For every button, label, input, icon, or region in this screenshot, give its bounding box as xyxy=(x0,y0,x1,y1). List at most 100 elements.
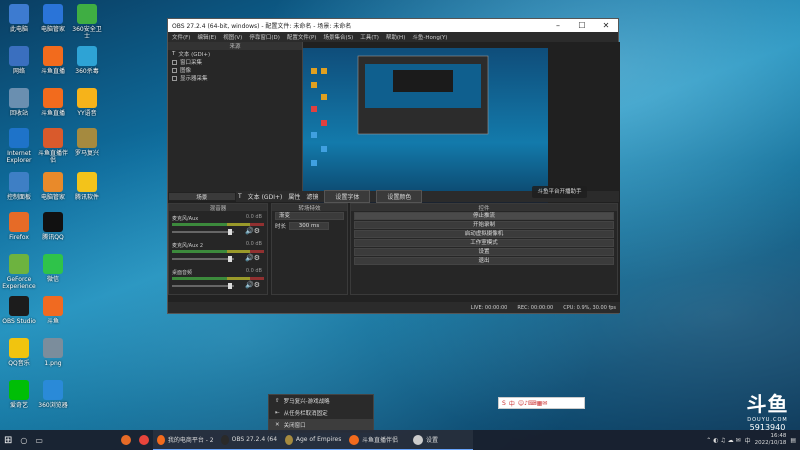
menu-help[interactable]: 帮助(H) xyxy=(386,33,405,41)
transition-select[interactable]: 渐变 xyxy=(275,212,344,220)
taskbar-app[interactable]: 我的电商平台 - 2.0... xyxy=(152,430,217,450)
desktop-icon-label: 爱奇艺 xyxy=(9,402,28,409)
taskbar-app-label: OBS 27.2.4 (64-bi... xyxy=(231,436,277,443)
desktop-icon[interactable]: 360浏览器 xyxy=(36,380,70,409)
desktop-icon[interactable]: 电脑管家 xyxy=(36,4,70,33)
menu-scene-collection[interactable]: 场景集合(S) xyxy=(323,33,353,41)
taskbar-jumplist: ⇧ 罗马复兴-游戏战略 ⇤ 从任务栏取消固定 ✕ 关闭窗口 xyxy=(268,394,374,433)
volume-meter xyxy=(172,223,264,226)
start-recording-button[interactable]: 开始录制 xyxy=(354,221,614,229)
speaker-icon[interactable]: 🔊⚙ xyxy=(245,227,260,235)
taskbar-app-label: 斗鱼直播伴侣 xyxy=(361,437,398,444)
desktop-icon-label: 360安全卫士 xyxy=(72,26,102,40)
filters-button[interactable]: 滤镜 xyxy=(306,192,318,201)
desktop-icon[interactable]: Firefox xyxy=(2,212,36,241)
desktop-icon[interactable]: QQ音乐 xyxy=(2,338,36,367)
taskbar-app[interactable]: Age of Empires II... xyxy=(280,430,345,450)
desktop-icon[interactable]: 微信 xyxy=(36,254,70,283)
clock[interactable]: 16:48 2022/10/18 xyxy=(755,433,787,447)
menu-file[interactable]: 文件(F) xyxy=(172,33,190,41)
set-font-button[interactable]: 设置字体 xyxy=(324,190,371,203)
desktop-icon[interactable]: 斗鱼直播 xyxy=(36,46,70,75)
tab-scenes[interactable]: 场景 xyxy=(168,192,236,201)
speaker-icon[interactable]: 🔊⚙ xyxy=(245,254,260,262)
menu-douyu[interactable]: 斗鱼-Hong(Y) xyxy=(412,33,447,41)
qq-music-icon xyxy=(9,338,29,358)
desktop-icon[interactable]: 斗鱼直播伴侣 xyxy=(36,128,70,164)
volume-slider[interactable] xyxy=(172,283,234,289)
set-color-button[interactable]: 设置颜色 xyxy=(376,190,423,203)
speaker-icon[interactable]: 🔊⚙ xyxy=(245,281,260,289)
desktop-icon[interactable]: 腾讯QQ xyxy=(36,212,70,241)
selected-source-label: 文本 (GDI+) xyxy=(247,194,283,201)
desktop-icon[interactable]: 斗鱼 xyxy=(36,296,70,325)
obs-titlebar[interactable]: OBS 27.2.4 (64-bit, windows) - 配置文件: 未命名… xyxy=(168,19,618,32)
mixer-dock: 混音器 麦克风/Aux 0.0 dB 🔊⚙ 麦克风/Aux 2 0.0 dB 🔊… xyxy=(168,203,268,295)
source-item[interactable]: 显示器采集 xyxy=(168,74,302,82)
desktop-icon[interactable]: 360安全卫士 xyxy=(70,4,104,40)
douyu-helper-bubble[interactable]: 斗鱼平台开播助手 xyxy=(532,186,587,198)
source-item[interactable]: T 文本 (GDI+) xyxy=(168,50,302,58)
close-icon[interactable]: ✕ xyxy=(594,21,618,30)
search-icon[interactable]: ○ xyxy=(16,430,31,450)
desktop-icon[interactable]: Internet Explorer xyxy=(2,128,36,164)
ime-tools-icon: ☺♪⌨▦✉ xyxy=(517,399,548,407)
desktop-icon[interactable]: 回收站 xyxy=(2,88,36,117)
menu-docks[interactable]: 停靠窗口(D) xyxy=(249,33,280,41)
jumplist-item[interactable]: ⇧ 罗马复兴-游戏战略 xyxy=(269,395,373,407)
desktop-icon[interactable]: 腾讯软件 xyxy=(70,172,104,201)
menu-profile[interactable]: 配置文件(P) xyxy=(287,33,317,41)
settings-button[interactable]: 设置 xyxy=(354,248,614,256)
taskbar-app[interactable] xyxy=(135,430,153,450)
desktop-icon[interactable]: 1.png xyxy=(36,338,70,367)
desktop-icon[interactable]: 此电脑 xyxy=(2,4,36,33)
jumplist-item[interactable]: ⇤ 从任务栏取消固定 xyxy=(269,407,373,419)
volume-slider[interactable] xyxy=(172,256,234,262)
source-item[interactable]: 图像 xyxy=(168,66,302,74)
text-icon: T xyxy=(172,51,176,57)
taskbar-app[interactable]: 斗鱼直播伴侣 xyxy=(344,430,409,450)
desktop-icon[interactable]: YY语音 xyxy=(70,88,104,117)
start-button[interactable]: ⊞ xyxy=(0,430,16,450)
game-icon xyxy=(77,128,97,148)
ime-mode: 中 xyxy=(508,400,515,408)
volume-slider[interactable] xyxy=(172,229,234,235)
tray-icons[interactable]: ⌃ ◐ ♫ ☁ ✉ xyxy=(706,437,740,444)
douyu-logo: 斗鱼 xyxy=(746,392,789,416)
taskbar-app[interactable]: 设置 xyxy=(408,430,473,450)
menu-view[interactable]: 视图(V) xyxy=(223,33,242,41)
desktop-icon-label: 电脑管家 xyxy=(40,26,65,33)
close-icon: ✕ xyxy=(275,422,280,428)
firefox-icon xyxy=(120,435,131,445)
menu-tools[interactable]: 工具(T) xyxy=(360,33,379,41)
maximize-icon[interactable]: ☐ xyxy=(570,21,594,30)
notification-icon[interactable]: ▤ xyxy=(790,437,796,444)
duration-input[interactable]: 300 ms xyxy=(289,222,330,230)
ime-toolbar[interactable]: S 中 ☺♪⌨▦✉ xyxy=(498,397,585,409)
live-time: LIVE: 00:00:00 xyxy=(470,304,508,311)
desktop-icon[interactable]: 斗鱼直播 xyxy=(36,88,70,117)
properties-button[interactable]: 属性 xyxy=(288,192,300,201)
desktop-icon[interactable]: 网络 xyxy=(2,46,36,75)
desktop-icon[interactable]: OBS Studio xyxy=(2,296,36,325)
mixer-channel: 桌面音频 0.0 dB 🔊⚙ xyxy=(172,268,264,292)
menu-edit[interactable]: 编辑(E) xyxy=(197,33,216,41)
preview-canvas[interactable] xyxy=(303,48,548,206)
minimize-icon[interactable]: – xyxy=(546,21,570,30)
desktop-icon[interactable]: 电脑管家 xyxy=(36,172,70,201)
virtual-camera-button[interactable]: 启动虚拟摄像机 xyxy=(354,230,614,238)
desktop-icon[interactable]: 控制面板 xyxy=(2,172,36,201)
taskbar-app[interactable] xyxy=(117,430,135,450)
source-item[interactable]: 窗口采集 xyxy=(168,58,302,66)
exit-button[interactable]: 退出 xyxy=(354,257,614,265)
desktop-icon[interactable]: 罗马复兴 xyxy=(70,128,104,157)
input-method[interactable]: 中 xyxy=(745,436,751,445)
desktop-icon[interactable]: GeForce Experience xyxy=(2,254,36,290)
taskbar-app[interactable]: OBS 27.2.4 (64-bi... xyxy=(216,430,281,450)
game-icon xyxy=(284,434,293,445)
stop-streaming-button[interactable]: 停止推流 xyxy=(354,212,614,220)
task-view-icon[interactable]: ▭ xyxy=(31,430,47,450)
desktop-icon[interactable]: 爱奇艺 xyxy=(2,380,36,409)
studio-mode-button[interactable]: 工作室模式 xyxy=(354,239,614,247)
desktop-icon[interactable]: 360杀毒 xyxy=(70,46,104,75)
